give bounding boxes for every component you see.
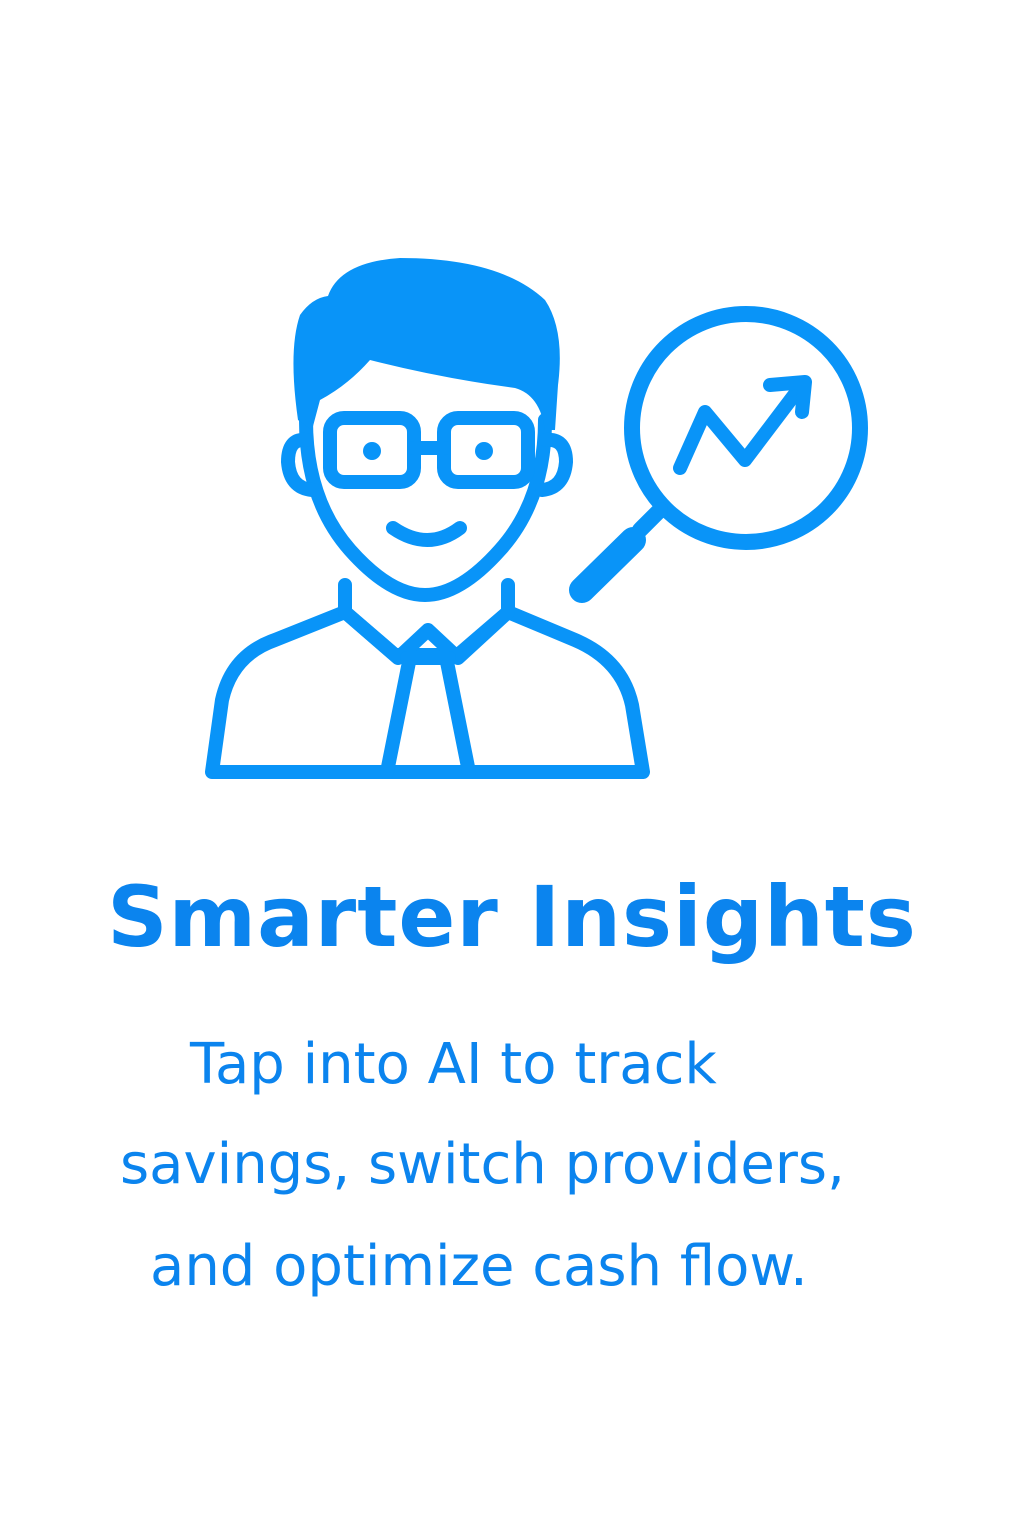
hair	[293, 258, 560, 430]
page-title: Smarter Insights	[107, 868, 917, 966]
description-line-1: Tap into AI to track	[190, 1032, 717, 1097]
tie	[380, 651, 476, 779]
left-eye	[363, 442, 381, 460]
magnifying-glass-icon	[569, 306, 868, 603]
smile	[386, 521, 467, 547]
trend-up-line	[673, 383, 805, 475]
description-line-2: savings, switch providers,	[120, 1132, 845, 1197]
right-eye	[475, 442, 493, 460]
magnifier-neck	[632, 502, 668, 538]
magnifier-handle	[569, 527, 646, 603]
insights-illustration	[205, 258, 868, 779]
description-line-3: and optimize cash flow.	[150, 1234, 808, 1299]
